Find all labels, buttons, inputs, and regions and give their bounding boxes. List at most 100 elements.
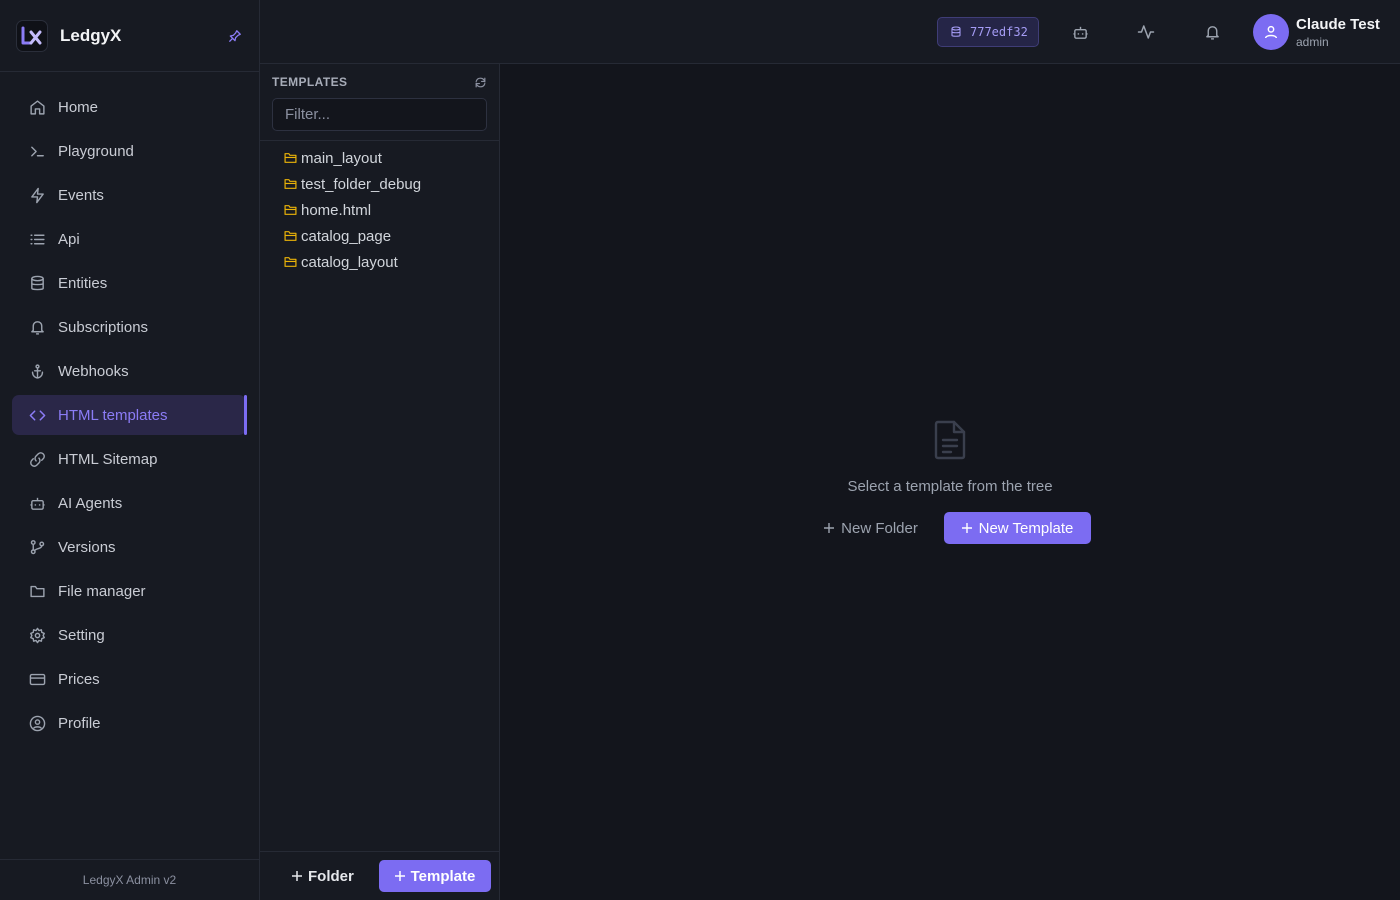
home-icon [28,98,46,116]
sidebar-item-profile[interactable]: Profile [12,703,247,743]
sidebar-item-html-sitemap[interactable]: HTML Sitemap [12,439,247,479]
credit-card-icon [28,670,46,688]
tree-item-label: main_layout [301,149,382,167]
pin-icon[interactable] [227,28,243,44]
avatar [1253,14,1289,50]
plus-icon [824,523,835,533]
tree-folder-item[interactable]: main_layout [284,145,421,171]
add-folder-label: Folder [308,867,354,885]
sidebar-item-events[interactable]: Events [12,175,247,215]
sidebar-item-html-templates[interactable]: HTML templates [12,395,247,435]
anchor-icon [28,362,46,380]
template-filter-input[interactable] [272,98,487,131]
tree-folder-item[interactable]: catalog_layout [284,249,421,275]
brand-logo[interactable] [16,19,48,52]
sidebar-item-versions[interactable]: Versions [12,527,247,567]
robot-icon[interactable] [1068,20,1092,44]
sidebar-footer: LedgyX Admin v2 [0,859,259,900]
sidebar-item-label: Profile [58,714,101,732]
sidebar-nav: Home Playground Events Api Entities Subs… [0,72,259,743]
tree-item-label: test_folder_debug [301,175,422,193]
sidebar-item-label: HTML templates [58,406,168,424]
list-icon [28,230,46,248]
new-template-label: New Template [978,519,1074,537]
refresh-icon[interactable] [473,75,487,89]
brand-name: LedgyX [60,25,122,45]
templates-panel-footer: Folder Template [260,851,499,900]
brand: LedgyX [0,0,259,72]
sidebar-item-label: Setting [58,626,105,644]
sidebar-item-label: Subscriptions [58,318,149,336]
file-text-icon [932,420,968,460]
tree-item-label: home.html [301,201,372,219]
folder-icon [284,230,297,243]
sidebar-item-webhooks[interactable]: Webhooks [12,351,247,391]
sidebar-item-entities[interactable]: Entities [12,263,247,303]
tree-folder-item[interactable]: test_folder_debug [284,171,421,197]
robot-icon [28,494,46,512]
code-icon [28,406,46,424]
sidebar-item-prices[interactable]: Prices [12,659,247,699]
database-icon [950,26,962,38]
tree-item-label: catalog_layout [301,253,398,271]
folder-icon [28,582,46,600]
tree-folder-item[interactable]: home.html [284,197,421,223]
sidebar-item-label: HTML Sitemap [58,450,158,468]
sidebar-item-label: AI Agents [58,494,123,512]
sidebar-item-label: Events [58,186,104,204]
templates-heading: TEMPLATES [272,75,348,89]
gear-icon [28,626,46,644]
add-template-button[interactable]: Template [379,860,491,892]
user-info: Claude Test admin [1296,17,1380,48]
lightning-icon [28,186,46,204]
database-badge[interactable]: 777edf32 [937,17,1039,47]
sidebar-item-label: Entities [58,274,108,292]
plus-icon [394,871,405,881]
topbar: 777edf32 Claude Test admin [260,0,1400,64]
empty-state-message: Select a template from the tree [847,478,1053,495]
tree-item-label: catalog_page [301,227,392,245]
sidebar-item-api[interactable]: Api [12,219,247,259]
new-template-button[interactable]: New Template [944,512,1091,544]
user-role: admin [1296,34,1329,49]
user-menu[interactable]: Claude Test admin [1253,14,1380,50]
sidebar-item-label: Prices [58,670,100,688]
folder-icon [284,256,297,269]
database-icon [28,274,46,292]
link-icon [28,450,46,468]
plus-icon [961,523,972,533]
app-root: LedgyX Home Playground Events Api Entiti… [0,0,1400,900]
bell-icon [28,318,46,336]
plus-icon [292,871,302,881]
user-circle-icon [28,714,46,732]
sidebar-item-label: Playground [58,142,134,160]
folder-icon [284,152,297,165]
main-content: Select a template from the tree New Fold… [500,64,1400,900]
templates-panel: TEMPLATES main_layout test_folder_debug … [260,64,500,900]
folder-icon [284,204,297,217]
divider [260,140,499,141]
add-folder-button[interactable]: Folder [280,860,366,892]
sidebar-item-label: Webhooks [58,362,129,380]
sidebar-item-label: Home [58,98,99,116]
sidebar-item-ai-agents[interactable]: AI Agents [12,483,247,523]
sidebar-item-home[interactable]: Home [12,87,247,127]
activity-icon[interactable] [1134,20,1158,44]
new-folder-button[interactable]: New Folder [816,512,926,544]
database-id: 777edf32 [970,25,1028,39]
sidebar-item-playground[interactable]: Playground [12,131,247,171]
user-name: Claude Test [1296,15,1380,33]
bell-icon[interactable] [1200,20,1224,44]
sidebar-item-subscriptions[interactable]: Subscriptions [12,307,247,347]
sidebar-item-label: Versions [58,538,116,556]
new-folder-label: New Folder [841,519,918,537]
add-template-label: Template [410,867,476,885]
tree-folder-item[interactable]: catalog_page [284,223,421,249]
terminal-icon [28,142,46,160]
template-tree: main_layout test_folder_debug home.html … [284,145,421,275]
git-branch-icon [28,538,46,556]
sidebar-item-setting[interactable]: Setting [12,615,247,655]
folder-icon [284,178,297,191]
sidebar-item-label: File manager [58,582,146,600]
sidebar-item-file-manager[interactable]: File manager [12,571,247,611]
